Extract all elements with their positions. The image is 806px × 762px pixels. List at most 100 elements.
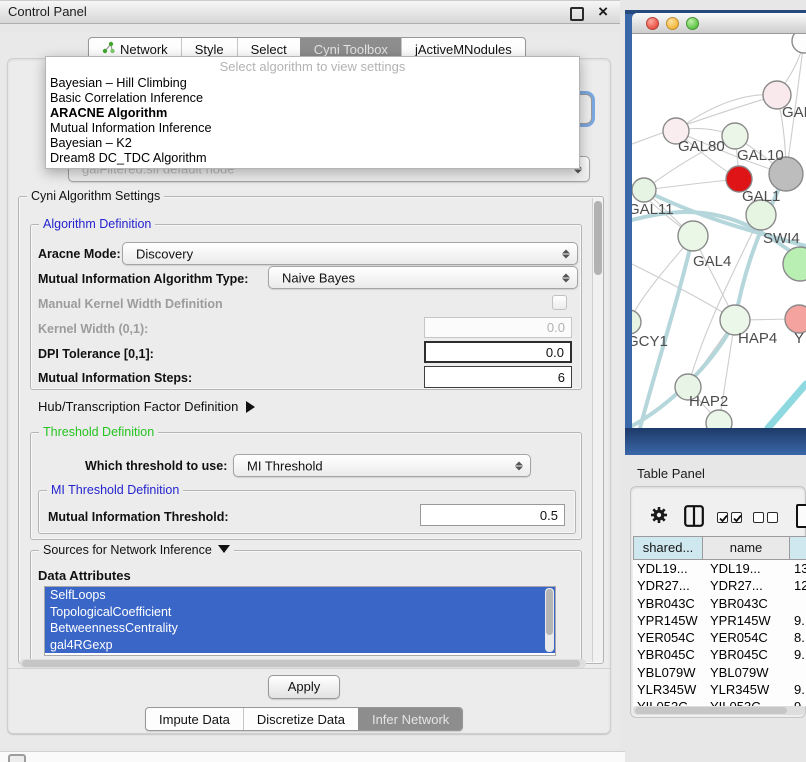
tab-impute-data[interactable]: Impute Data	[146, 708, 243, 730]
table-row[interactable]: YPR145W YPR145W 9.	[633, 612, 806, 629]
algorithm-option[interactable]: ARACNE Algorithm	[46, 106, 579, 121]
close-traffic-light-icon[interactable]	[646, 17, 659, 30]
table-cell: YIL053C	[637, 699, 688, 706]
table-cell: YBL079W	[637, 665, 696, 680]
mi-threshold-field[interactable]	[420, 504, 565, 526]
network-node[interactable]	[632, 178, 656, 202]
network-node[interactable]	[785, 305, 806, 333]
hub-definition-label: Hub/Transcription Factor Definition	[38, 399, 238, 414]
data-attribute-item[interactable]: SelfLoops	[45, 587, 555, 604]
table-column-header[interactable]	[790, 536, 806, 560]
table-row[interactable]: YBR043CYBR043C	[633, 595, 806, 612]
algorithm-option[interactable]: Mutual Information Inference	[46, 121, 579, 136]
table-row[interactable]: YBL079W YBL079W	[633, 664, 806, 681]
aracne-mode-label: Aracne Mode:	[38, 247, 121, 261]
table-cell: 9.	[794, 613, 805, 628]
apply-button[interactable]: Apply	[268, 675, 340, 699]
algorithm-option[interactable]: Bayesian – K2	[46, 136, 579, 151]
tab-label: Impute Data	[159, 712, 230, 727]
status-bar-button[interactable]	[8, 754, 26, 762]
scrollbar-thumb[interactable]	[22, 660, 580, 667]
attributes-scrollbar[interactable]	[545, 588, 554, 652]
table-cell: 8.	[794, 630, 805, 645]
mi-steps-field[interactable]	[424, 366, 572, 388]
algorithm-option[interactable]: Bayesian – Hill Climbing	[46, 76, 579, 91]
checked-checkbox-icon[interactable]	[717, 512, 728, 523]
table-row[interactable]: YER054CYER054C8.	[633, 629, 806, 646]
network-node[interactable]	[678, 221, 708, 251]
control-panel-title: Control Panel	[8, 4, 87, 19]
data-attributes-list[interactable]: SelfLoopsTopologicalCoefficientBetweenne…	[44, 586, 556, 656]
close-icon[interactable]: ×	[598, 1, 608, 23]
table-column-header[interactable]: name	[703, 536, 790, 560]
which-threshold-combobox[interactable]: MI Threshold	[233, 454, 531, 477]
scrollbar-thumb[interactable]	[635, 707, 787, 714]
unchecked-checkbox-icon[interactable]	[767, 512, 778, 523]
scrollbar-thumb[interactable]	[594, 201, 602, 275]
data-attribute-item[interactable]: gal4RGexp	[45, 637, 555, 654]
document-icon[interactable]	[796, 504, 806, 528]
network-node[interactable]	[783, 247, 806, 281]
table-cell: YDR27...	[637, 578, 690, 593]
table-column-header[interactable]: shared...	[633, 536, 703, 560]
table-row[interactable]: YDR27...YDR27...12	[633, 577, 806, 594]
tab-label: Cyni Toolbox	[314, 42, 388, 57]
settings-scrollbar-vertical[interactable]	[592, 198, 603, 662]
application-window: Control Panel × Network Style Select Cyn…	[0, 0, 806, 762]
aracne-mode-combobox[interactable]: Discovery	[122, 242, 578, 265]
table-cell: YBR043C	[637, 596, 695, 611]
mi-threshold-label: Mutual Information Threshold:	[48, 510, 229, 524]
float-window-icon[interactable]	[570, 7, 584, 21]
network-node[interactable]	[722, 123, 748, 149]
network-node-label: GAL11	[632, 201, 674, 218]
data-attribute-item[interactable]: BetweennessCentrality	[45, 620, 555, 637]
manual-kernel-width-checkbox[interactable]	[552, 295, 567, 310]
network-canvas[interactable]: GALGAL80GAL10GAL1GAL11SWI4GAL4GCY1HAP4YH…	[632, 34, 806, 428]
table-cell: YPR145W	[710, 613, 771, 628]
algorithm-option[interactable]: Dream8 DC_TDC Algorithm	[46, 151, 579, 166]
network-node-label: Y	[794, 330, 804, 347]
table-cell: YDL19...	[637, 561, 688, 576]
table-cell: YDL19...	[710, 561, 761, 576]
data-attribute-item[interactable]: TopologicalCoefficient	[45, 604, 555, 621]
table-row[interactable]: YDL19...YDL19...13	[633, 560, 806, 577]
gear-icon[interactable]	[650, 506, 668, 529]
zoom-traffic-light-icon[interactable]	[686, 17, 699, 30]
sources-title: Sources for Network Inference	[43, 543, 212, 557]
table-cell: YBR045C	[710, 647, 768, 662]
settings-scrollbar-horizontal[interactable]	[20, 659, 586, 668]
table-row[interactable]: YLR345WYLR345W9.	[633, 681, 806, 698]
bottom-tabs: Impute Data Discretize Data Infer Networ…	[145, 707, 463, 731]
sources-toggle[interactable]: Sources for Network Inference	[39, 543, 234, 557]
network-window-titlebar[interactable]	[632, 13, 806, 34]
algorithm-dropdown-placeholder: Select algorithm to view settings	[46, 57, 579, 76]
network-node-label: HAP2	[689, 393, 728, 410]
network-node[interactable]	[792, 34, 806, 53]
table-cell: 9.	[794, 682, 805, 697]
dpi-tolerance-field[interactable]	[424, 341, 572, 363]
hub-definition-toggle[interactable]: Hub/Transcription Factor Definition	[38, 399, 255, 414]
tab-discretize-data[interactable]: Discretize Data	[243, 708, 358, 730]
tab-infer-network[interactable]: Infer Network	[358, 708, 462, 730]
kernel-width-field[interactable]	[424, 317, 572, 338]
algorithm-option[interactable]: Basic Correlation Inference	[46, 91, 579, 106]
network-node-label: GAL1	[742, 188, 780, 205]
scrollbar-thumb[interactable]	[546, 589, 553, 635]
network-icon	[102, 41, 115, 57]
tab-label: Discretize Data	[257, 712, 345, 727]
table-row[interactable]: YBR045CYBR045C9.	[633, 646, 806, 663]
split-columns-icon[interactable]	[684, 505, 704, 532]
table-cell: YPR145W	[637, 613, 698, 628]
unchecked-checkbox-icon[interactable]	[753, 512, 764, 523]
mi-algorithm-type-combobox[interactable]: Naive Bayes	[268, 266, 578, 289]
table-scrollbar-horizontal[interactable]	[633, 706, 805, 715]
network-node[interactable]	[632, 310, 641, 334]
combo-arrows-icon	[562, 249, 570, 258]
table-cell: YBL079W	[710, 665, 769, 680]
checked-checkbox-icon[interactable]	[731, 512, 742, 523]
minimize-traffic-light-icon[interactable]	[666, 17, 679, 30]
network-node-label: GAL4	[693, 253, 731, 270]
table-cell: 9	[794, 699, 801, 706]
table-row[interactable]: YIL053CYIL053C9	[633, 698, 806, 706]
table-cell: YLR345W	[710, 682, 769, 697]
